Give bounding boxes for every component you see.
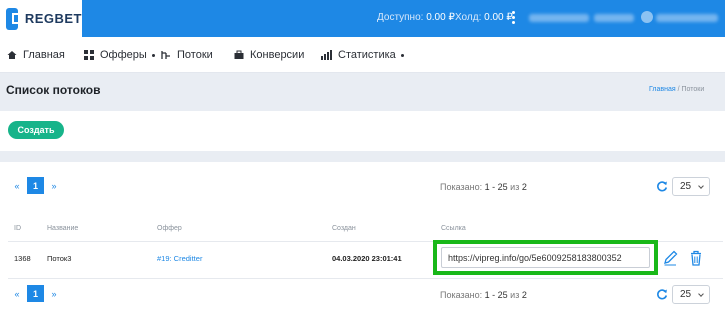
row-name: Поток3 [47,254,72,263]
hold-value: 0.00 ₽ [484,12,513,23]
refresh-icon[interactable] [656,180,668,192]
nav-item-conversions[interactable]: Конверсии [234,49,304,61]
per-page-select[interactable]: 25 [672,285,710,304]
next-page-button[interactable]: » [47,181,61,191]
grid-icon [84,50,94,60]
shown-of: из [510,290,520,300]
page-title: Список потоков [6,83,101,97]
edit-pencil-icon[interactable] [662,249,678,267]
per-page-value: 25 [680,289,692,300]
actions-card [0,111,725,151]
shown-range: 1 - 25 [484,182,508,192]
blurred-username[interactable] [656,14,718,22]
home-icon [7,51,17,59]
nav-item-offers[interactable]: Офферы [84,49,155,61]
refresh-icon[interactable] [656,288,668,300]
shown-label: Показано: [440,182,483,192]
brand-name: REGBET [24,11,82,26]
hold-balance: Холд: 0.00 ₽ [455,12,513,23]
dropdown-dot-icon [400,53,404,57]
shown-count: Показано: 1 - 25 из 2 [440,182,527,192]
chevron-down-icon [698,183,704,189]
breadcrumb-separator: / [677,86,680,93]
col-id: ID [14,225,21,232]
chart-icon [321,50,332,60]
dropdown-dot-icon [151,53,155,57]
nav-label-home: Главная [23,49,65,61]
col-name: Название [47,225,79,232]
prev-page-button[interactable]: « [10,181,24,191]
more-menu-icon[interactable] [512,11,515,25]
col-offer: Оффер [157,225,182,232]
row-divider [8,278,723,279]
pagination-bottom: « 1 » [10,285,61,302]
blurred-id [594,14,634,22]
avatar[interactable] [641,11,653,23]
nav-item-stats[interactable]: Статистика [321,49,404,61]
breadcrumb: Главная / Потоки [649,86,704,93]
available-value: 0.00 ₽ [426,12,455,23]
col-created: Создан [332,225,356,232]
row-offer-link[interactable]: #19: Creditter [157,254,202,263]
briefcase-icon [234,50,244,59]
breadcrumb-home[interactable]: Главная [649,86,676,93]
link-highlight-box: https://vipreg.info/go/5e600925818380035… [433,240,658,275]
create-button[interactable]: Создать [8,121,64,139]
next-page-button[interactable]: » [47,289,61,299]
nav-item-home[interactable]: Главная [7,49,65,61]
nav-label-conversions: Конверсии [250,49,305,61]
nav-item-flows[interactable]: Потоки [161,49,213,61]
shown-total: 2 [521,290,527,300]
shown-of: из [510,182,520,192]
page-1-button[interactable]: 1 [27,177,44,194]
page-1-button[interactable]: 1 [27,285,44,302]
logo-mark-icon [6,7,23,30]
blurred-status [529,14,589,22]
main-nav: Главная Офферы Потоки Конверсии Статисти… [0,37,725,73]
nav-label-stats: Статистика [338,49,396,61]
prev-page-button[interactable]: « [10,289,24,299]
row-created: 04.03.2020 23:01:41 [332,254,402,263]
col-link: Ссылка [441,225,466,232]
nav-label-flows: Потоки [177,49,213,61]
chevron-down-icon [698,291,704,297]
flows-icon [161,51,170,59]
shown-total: 2 [521,182,527,192]
logo[interactable]: REGBET [0,0,82,37]
available-label: Доступно: [377,12,424,23]
available-balance: Доступно: 0.00 ₽ [377,12,455,23]
pagination-top: « 1 » [10,177,61,194]
shown-range: 1 - 25 [484,290,508,300]
row-id: 1368 [14,254,31,263]
row-link-field[interactable]: https://vipreg.info/go/5e600925818380035… [441,247,650,268]
shown-count: Показано: 1 - 25 из 2 [440,290,527,300]
nav-label-offers: Офферы [100,49,147,61]
per-page-select[interactable]: 25 [672,177,710,196]
shown-label: Показано: [440,290,483,300]
trash-icon[interactable] [688,249,704,267]
hold-label: Холд: [455,12,482,23]
per-page-value: 25 [680,181,692,192]
breadcrumb-current: Потоки [681,86,705,93]
